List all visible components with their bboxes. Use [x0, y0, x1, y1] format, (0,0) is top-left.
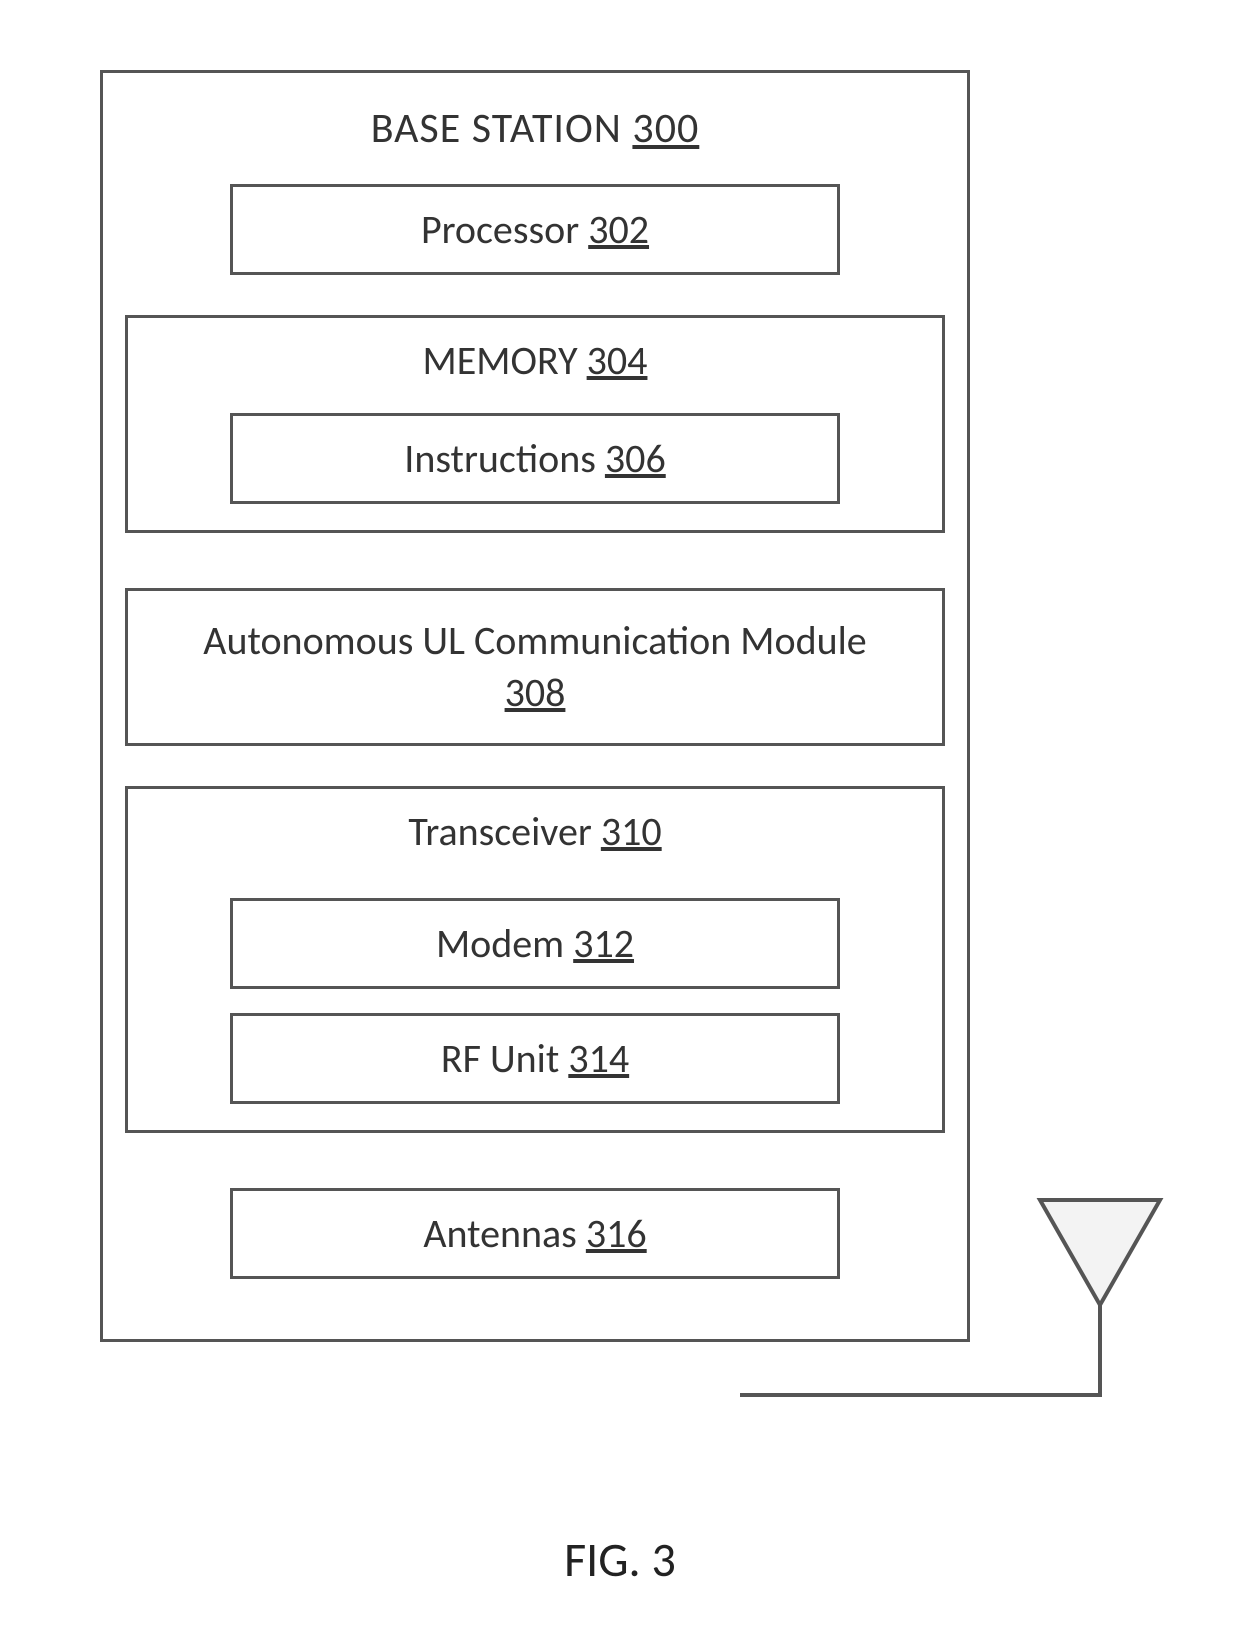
diagram-page: BASE STATION 300 Processor 302 MEMORY 30…	[0, 0, 1240, 1625]
figure-caption: FIG. 3	[0, 1530, 1240, 1589]
antenna-icon	[0, 0, 1240, 1625]
